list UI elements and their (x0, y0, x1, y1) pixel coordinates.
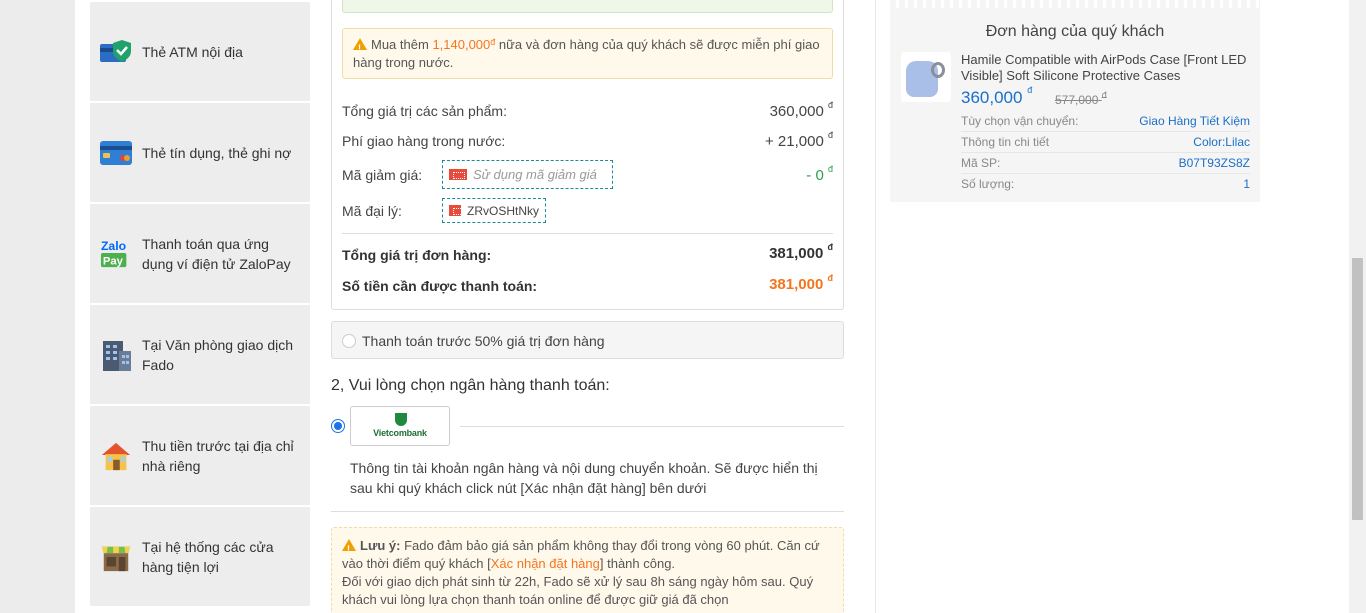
order-total-label: Tổng giá trị đơn hàng: (342, 247, 492, 263)
note-heading: Lưu ý: (360, 538, 401, 553)
meta-label: Tùy chọn vận chuyển: (961, 114, 1079, 128)
vietcombank-logo[interactable]: Vietcombank (350, 406, 450, 446)
vietcombank-shield-icon (395, 413, 407, 426)
method-label: Thu tiền trước tại địa chỉ nhà riêng (142, 437, 294, 474)
amount-due-row: Số tiền cần được thanh toán: 381,000 đ (342, 273, 833, 294)
subtotal-row: Tổng giá trị các sản phẩm: 360,000 đ (342, 100, 833, 127)
method-label: Thanh toán qua ứng dụng ví điện tử ZaloP… (142, 235, 291, 272)
meta-shipping-option: Tùy chọn vận chuyển: Giao Hàng Tiết Kiệm (961, 112, 1250, 132)
payment-method-credit-card[interactable]: Thẻ tín dụng, thẻ ghi nợ (90, 103, 310, 202)
amount-due-label: Số tiền cần được thanh toán: (342, 278, 538, 294)
column-divider (875, 0, 876, 613)
store-icon (100, 541, 132, 573)
meta-details: Thông tin chi tiết Color:Lilac (961, 133, 1250, 153)
product-price: 360,000 đ (961, 85, 1033, 107)
meta-value: B07T93ZS8Z (1178, 156, 1250, 170)
meta-label: Mã SP: (961, 156, 1001, 170)
amount-due-value: 381,000 đ (769, 273, 833, 293)
order-panel-edge (890, 0, 1260, 8)
notice-prefix: Mua thêm (371, 37, 429, 52)
shipping-value: + 21,000 đ (765, 130, 833, 150)
payment-method-zalopay[interactable]: Zalo Pay Thanh toán qua ứng dụng ví điện … (90, 204, 310, 303)
bank-info-text: Thông tin tài khoản ngân hàng và nội dun… (350, 460, 818, 496)
note-line1-b: ] thành công. (599, 556, 676, 571)
meta-label: Số lượng: (961, 177, 1015, 191)
ticket-icon (449, 169, 467, 180)
prepay-50-option[interactable]: Thanh toán trước 50% giá trị đơn hàng (331, 321, 844, 359)
order-total-row: Tổng giá trị đơn hàng: 381,000 đ (342, 242, 833, 263)
note-line2: Đối với giao dịch phát sinh từ 22h, Fado… (342, 574, 814, 607)
discount-code-input[interactable]: Sử dụng mã giảm giá (442, 160, 613, 189)
warning-icon (342, 539, 356, 558)
svg-text:Pay: Pay (103, 255, 124, 267)
subtotal-value: 360,000 đ (769, 100, 833, 120)
agent-label: Mã đại lý: (342, 203, 402, 219)
method-label: Thẻ tín dụng, thẻ ghi nợ (142, 144, 292, 161)
subtotal-label: Tổng giá trị các sản phẩm: (342, 103, 507, 119)
shipping-label: Phí giao hàng trong nước: (342, 133, 506, 149)
notice-amount: 1,140,000 (432, 37, 491, 52)
confirm-order-link[interactable]: Xác nhận đặt hàng (491, 556, 600, 571)
prepay-radio[interactable] (342, 334, 356, 348)
payment-method-convenience-store[interactable]: Tại hệ thống các cửa hàng tiện lợi (90, 507, 310, 606)
credit-card-icon (100, 137, 132, 169)
method-label: Tại hệ thống các cửa hàng tiện lợi (142, 538, 274, 575)
method-label: Thẻ ATM nội địa (142, 43, 243, 60)
payment-method-home[interactable]: Thu tiền trước tại địa chỉ nhà riêng (90, 406, 310, 505)
meta-value: Color:Lilac (1193, 135, 1250, 149)
meta-quantity: Số lượng: 1 (961, 175, 1250, 195)
shipping-row: Phí giao hàng trong nước: + 21,000 đ (342, 130, 833, 157)
discount-label: Mã giảm giá: (342, 167, 423, 183)
atm-card-shield-icon (100, 36, 132, 68)
divider (460, 426, 844, 427)
order-panel-title: Đơn hàng của quý khách (985, 23, 1165, 40)
office-building-icon (100, 339, 132, 371)
divider (331, 511, 844, 512)
agent-row: Mã đại lý: (342, 203, 833, 227)
svg-text:Zalo: Zalo (101, 239, 126, 253)
free-shipping-banner (342, 0, 833, 13)
discount-placeholder: Sử dụng mã giảm giá (473, 167, 597, 182)
free-shipping-notice: Mua thêm 1,140,000đ nữa và đơn hàng của … (342, 28, 833, 79)
order-total-value: 381,000 đ (769, 242, 833, 262)
currency-symbol: đ (490, 37, 496, 47)
prepay-label: Thanh toán trước 50% giá trị đơn hàng (362, 333, 605, 349)
discount-value: - 0 đ (806, 164, 833, 184)
product-thumbnail[interactable] (901, 52, 951, 102)
method-label: Tại Văn phòng giao dịch Fado (142, 336, 293, 373)
payment-method-atm[interactable]: Thẻ ATM nội địa (90, 2, 310, 101)
payment-method-office[interactable]: Tại Văn phòng giao dịch Fado (90, 305, 310, 404)
scrollbar-thumb[interactable] (1352, 258, 1363, 520)
keyring-icon (931, 62, 945, 78)
ticket-icon (449, 205, 465, 216)
bank-radio-selected[interactable] (331, 419, 345, 433)
divider (342, 233, 833, 234)
agent-code: ZRvOSHtNky (467, 203, 539, 218)
bank-name: Vietcombank (373, 428, 427, 438)
meta-label: Thông tin chi tiết (961, 135, 1050, 149)
house-icon (100, 440, 132, 472)
note-box: Lưu ý: Fado đảm bảo giá sản phẩm không t… (331, 527, 844, 613)
meta-sku: Mã SP: B07T93ZS8Z (961, 154, 1250, 174)
bank-section-title: 2, Vui lòng chọn ngân hàng thanh toán: (331, 377, 610, 394)
product-old-price: 577,000 đ (1055, 90, 1107, 107)
agent-code-badge[interactable]: ZRvOSHtNky (442, 198, 546, 223)
warning-icon (353, 38, 367, 57)
product-name[interactable]: Hamile Compatible with AirPods Case [Fro… (961, 52, 1251, 84)
meta-value[interactable]: Giao Hàng Tiết Kiệm (1139, 114, 1250, 128)
meta-value: 1 (1243, 177, 1250, 191)
zalopay-icon: Zalo Pay (100, 238, 132, 270)
